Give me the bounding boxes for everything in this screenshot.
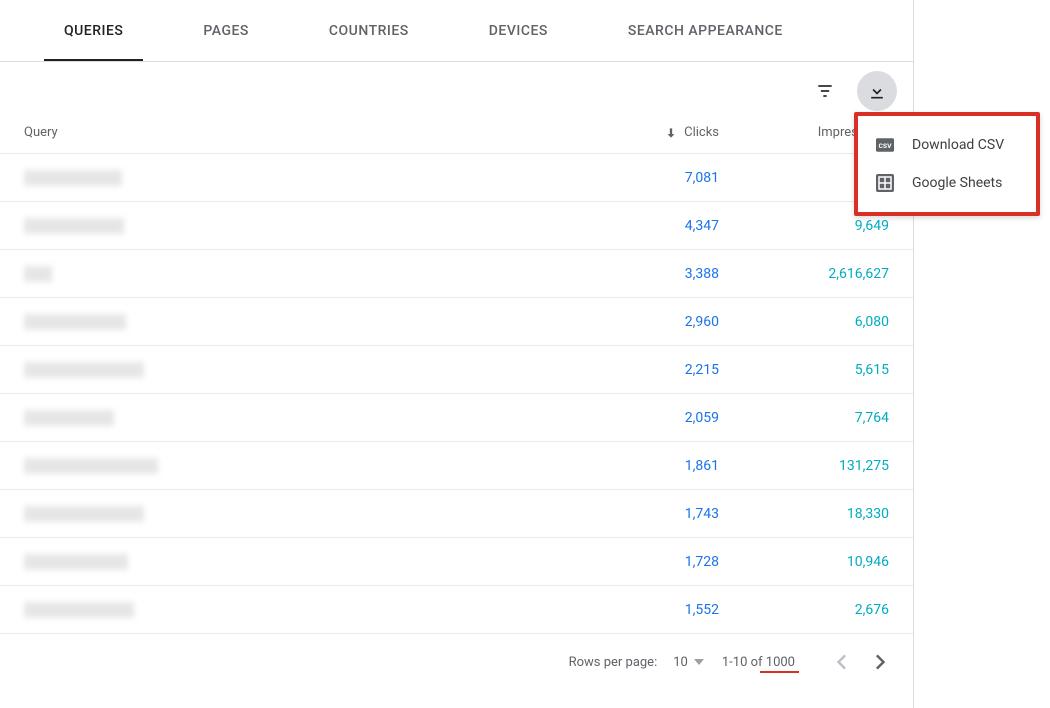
prev-page-button[interactable] xyxy=(825,646,857,678)
impressions-cell: 131,275 xyxy=(719,458,889,474)
clicks-cell: 4,347 xyxy=(579,218,719,234)
table-row[interactable]: 7,0811 xyxy=(0,154,913,202)
page-range: 1-10 of 1000 xyxy=(722,655,795,670)
table-header: Query Clicks Impressions xyxy=(0,112,913,154)
table-row[interactable]: 3,3882,616,627 xyxy=(0,250,913,298)
table-row[interactable]: 1,74318,330 xyxy=(0,490,913,538)
redacted-query xyxy=(24,218,124,234)
table-row[interactable]: 1,72810,946 xyxy=(0,538,913,586)
chevron-down-icon xyxy=(694,659,704,665)
impressions-cell: 7,764 xyxy=(719,410,889,426)
rows-per-page: Rows per page: 10 xyxy=(569,655,704,670)
download-icon xyxy=(867,81,887,101)
query-cell xyxy=(24,506,579,522)
impressions-cell: 2,676 xyxy=(719,602,889,618)
google-sheets-icon xyxy=(876,174,894,192)
table-row[interactable]: 1,5522,676 xyxy=(0,586,913,634)
menu-item-label: Download CSV xyxy=(912,137,1004,153)
impressions-cell: 9,649 xyxy=(719,218,889,234)
sort-descending-icon xyxy=(664,126,678,140)
column-header-query[interactable]: Query xyxy=(24,125,579,140)
column-label: Query xyxy=(24,125,58,140)
clicks-cell: 2,215 xyxy=(579,362,719,378)
redacted-query xyxy=(24,314,126,330)
query-cell xyxy=(24,602,579,618)
table-row[interactable]: 4,3479,649 xyxy=(0,202,913,250)
redacted-query xyxy=(24,362,144,378)
download-menu: CSV Download CSV Google Sheets xyxy=(854,112,1040,216)
page-nav xyxy=(825,646,897,678)
filter-button[interactable] xyxy=(805,71,845,111)
clicks-cell: 1,861 xyxy=(579,458,719,474)
table-row[interactable]: 1,861131,275 xyxy=(0,442,913,490)
data-table: Query Clicks Impressions 7,08114,3479,64… xyxy=(0,112,913,634)
table-row[interactable]: 2,0597,764 xyxy=(0,394,913,442)
clicks-cell: 2,059 xyxy=(579,410,719,426)
column-label: Clicks xyxy=(684,125,719,140)
clicks-cell: 3,388 xyxy=(579,266,719,282)
redacted-query xyxy=(24,602,134,618)
page-range-prefix: 1-10 of xyxy=(722,655,766,670)
table-row[interactable]: 2,2155,615 xyxy=(0,346,913,394)
query-cell xyxy=(24,410,579,426)
redacted-query xyxy=(24,266,52,282)
tab-pages[interactable]: PAGES xyxy=(183,1,269,61)
rows-per-page-label: Rows per page: xyxy=(569,655,658,670)
download-button[interactable] xyxy=(857,71,897,111)
column-header-clicks[interactable]: Clicks xyxy=(579,125,719,140)
annotation-underline xyxy=(760,671,799,673)
redacted-query xyxy=(24,506,144,522)
clicks-cell: 1,743 xyxy=(579,506,719,522)
rows-per-page-value: 10 xyxy=(673,655,688,670)
menu-item-label: Google Sheets xyxy=(912,175,1002,191)
clicks-cell: 2,960 xyxy=(579,314,719,330)
page-range-total: 1000 xyxy=(766,655,795,670)
redacted-query xyxy=(24,170,122,186)
query-cell xyxy=(24,266,579,282)
redacted-query xyxy=(24,458,158,474)
query-cell xyxy=(24,218,579,234)
impressions-cell: 2,616,627 xyxy=(719,266,889,282)
impressions-cell: 5,615 xyxy=(719,362,889,378)
query-cell xyxy=(24,362,579,378)
chevron-left-icon xyxy=(836,654,846,670)
redacted-query xyxy=(24,410,114,426)
impressions-cell: 10,946 xyxy=(719,554,889,570)
filter-icon xyxy=(815,81,835,101)
tab-search-appearance[interactable]: SEARCH APPEARANCE xyxy=(608,1,803,61)
csv-icon: CSV xyxy=(876,136,894,154)
clicks-cell: 1,552 xyxy=(579,602,719,618)
tab-countries[interactable]: COUNTRIES xyxy=(309,1,429,61)
impressions-cell: 18,330 xyxy=(719,506,889,522)
clicks-cell: 7,081 xyxy=(579,170,719,186)
query-cell xyxy=(24,458,579,474)
menu-item-google-sheets[interactable]: Google Sheets xyxy=(858,164,1036,202)
impressions-cell: 6,080 xyxy=(719,314,889,330)
table-row[interactable]: 2,9606,080 xyxy=(0,298,913,346)
tab-devices[interactable]: DEVICES xyxy=(469,1,568,61)
next-page-button[interactable] xyxy=(865,646,897,678)
tabs-bar: QUERIES PAGES COUNTRIES DEVICES SEARCH APPEA… xyxy=(0,0,913,62)
redacted-query xyxy=(24,554,128,570)
clicks-cell: 1,728 xyxy=(579,554,719,570)
table-toolbar xyxy=(0,62,913,112)
query-cell xyxy=(24,314,579,330)
chevron-right-icon xyxy=(876,654,886,670)
menu-item-download-csv[interactable]: CSV Download CSV xyxy=(858,126,1036,164)
query-cell xyxy=(24,170,579,186)
pagination: Rows per page: 10 1-10 of 1000 xyxy=(0,634,913,690)
tab-queries[interactable]: QUERIES xyxy=(44,1,143,61)
rows-per-page-select[interactable]: 10 xyxy=(673,655,704,670)
query-cell xyxy=(24,554,579,570)
svg-text:CSV: CSV xyxy=(879,142,893,150)
